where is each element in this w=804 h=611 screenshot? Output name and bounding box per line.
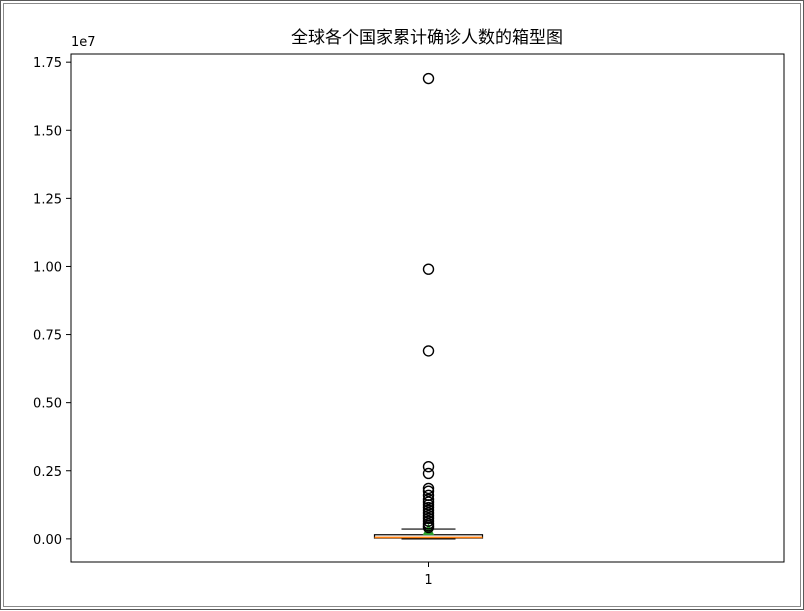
- y-tick-label: 1.00: [33, 260, 62, 275]
- y-axis: 0.00 0.25 0.50 0.75 1.00 1.25 1.50 1.75: [33, 56, 71, 548]
- outlier-point: [422, 467, 435, 480]
- x-axis: 1: [424, 562, 433, 588]
- outlier-point: [422, 345, 435, 357]
- outlier-series: [422, 72, 435, 534]
- y-tick-label: 0.50: [33, 397, 62, 412]
- y-tick-label: 1.25: [33, 192, 62, 207]
- figure-window: 全球各个国家累计确诊人数的箱型图 1e7 0.00 0.25 0.50 0.75 1.0…: [0, 0, 804, 610]
- chart-title: 全球各个国家累计确诊人数的箱型图: [291, 28, 563, 48]
- outlier-point: [422, 72, 435, 85]
- y-tick-label: 1.75: [33, 56, 62, 71]
- y-tick-label: 0.00: [33, 533, 62, 548]
- y-tick-label: 0.75: [33, 329, 62, 344]
- boxplot-chart: 全球各个国家累计确诊人数的箱型图 1e7 0.00 0.25 0.50 0.75 1.0…: [33, 28, 785, 588]
- y-offset-label: 1e7: [71, 35, 96, 50]
- y-tick-label: 1.50: [33, 124, 62, 139]
- outlier-point: [422, 263, 435, 275]
- x-tick-label: 1: [424, 573, 432, 588]
- y-tick-label: 0.25: [33, 465, 62, 480]
